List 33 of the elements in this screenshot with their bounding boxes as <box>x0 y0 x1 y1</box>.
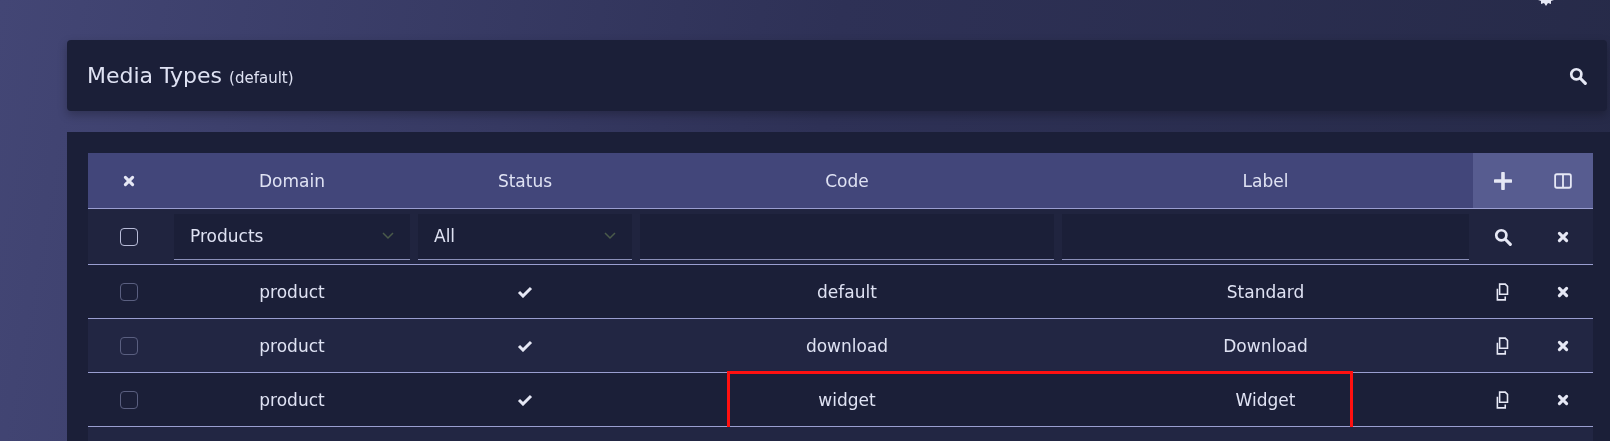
column-header[interactable]: Code <box>825 170 869 191</box>
checkbox[interactable] <box>120 336 138 355</box>
table-cell: Widget <box>1235 389 1296 410</box>
column-header[interactable]: Status <box>497 170 553 191</box>
checkbox[interactable] <box>120 390 138 409</box>
checkbox[interactable] <box>120 227 138 246</box>
table-cell: widget <box>818 389 876 410</box>
plus-icon[interactable] <box>1494 171 1512 190</box>
search-icon[interactable] <box>1569 66 1587 85</box>
column-header[interactable]: Domain <box>259 170 325 191</box>
delete-icon[interactable] <box>1557 339 1569 352</box>
table-cell: product <box>259 335 325 356</box>
table-cell: product <box>259 389 325 410</box>
close-icon[interactable] <box>1557 230 1569 243</box>
table-cell: Standard <box>1226 281 1305 302</box>
search-icon[interactable] <box>1494 227 1512 246</box>
table-cell: product <box>259 281 325 302</box>
domain-select[interactable]: Products <box>174 213 410 260</box>
chevron-icon <box>604 232 616 240</box>
close-icon[interactable] <box>123 174 135 187</box>
chevron-icon <box>382 232 394 240</box>
page-title: Media Types (default) <box>87 63 294 88</box>
code-filter-field[interactable] <box>640 213 1054 260</box>
checkbox[interactable] <box>120 282 138 301</box>
status-select[interactable]: All <box>418 213 632 260</box>
column-header[interactable]: Label <box>1242 170 1289 191</box>
columns-icon[interactable] <box>1554 171 1572 190</box>
label-filter-field[interactable] <box>1062 213 1469 260</box>
delete-icon[interactable] <box>1557 393 1569 406</box>
table-cell: default <box>817 281 877 302</box>
table-cell: Download <box>1223 335 1308 356</box>
delete-icon[interactable] <box>1557 285 1569 298</box>
table-cell: download <box>805 335 889 356</box>
